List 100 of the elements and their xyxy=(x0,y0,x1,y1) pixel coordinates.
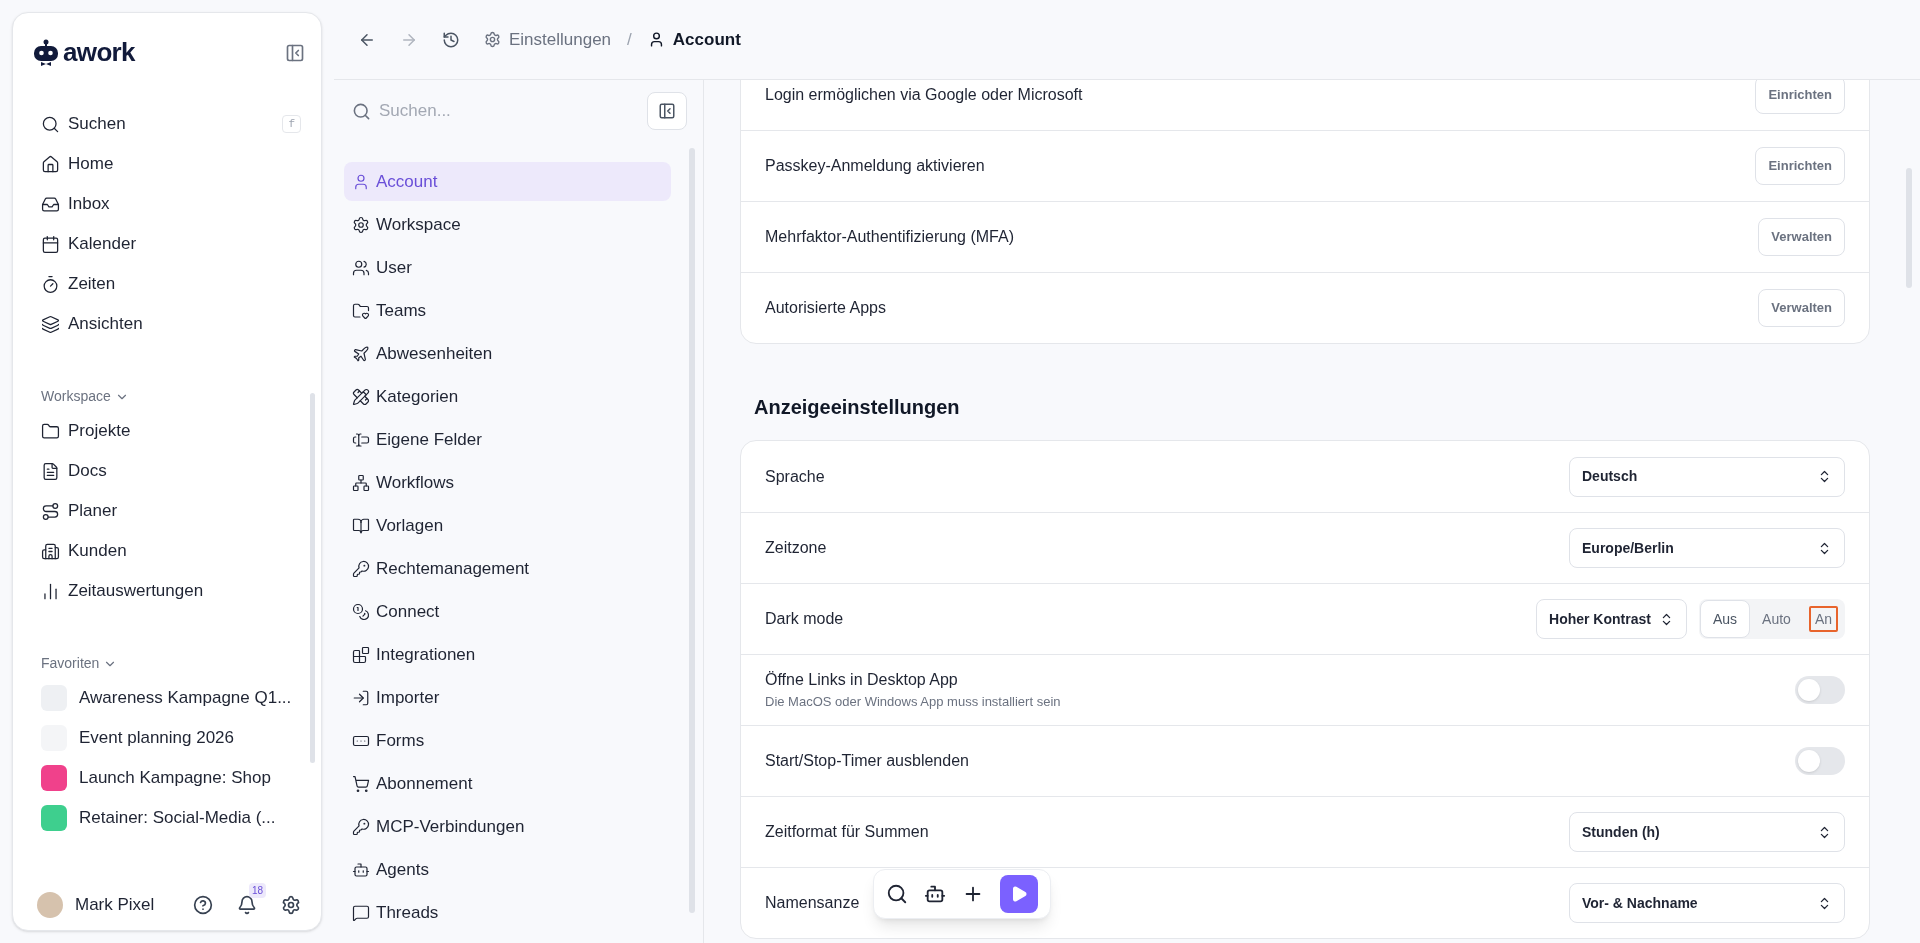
collapse-sidebar-icon[interactable] xyxy=(285,42,305,63)
search-field[interactable]: Suchen... xyxy=(379,98,579,124)
collapse-panel-button[interactable] xyxy=(647,92,687,130)
select-dropdown[interactable]: Deutsch xyxy=(1569,456,1845,497)
settings-nav-item[interactable]: Importer xyxy=(344,678,671,717)
favorite-project[interactable]: Awareness Kampagne Q1... xyxy=(33,678,305,718)
settings-nav-item[interactable]: Agents xyxy=(344,850,671,889)
notification-count: 18 xyxy=(249,883,267,898)
chat-icon xyxy=(352,903,370,922)
settings-nav-item[interactable]: Workspace xyxy=(344,205,671,244)
cart-icon xyxy=(352,774,370,793)
search-icon xyxy=(352,101,371,121)
nav-item[interactable]: Suchen xyxy=(33,104,275,144)
nav-item[interactable]: Ansichten xyxy=(33,304,305,344)
setting-label: Zeitzone xyxy=(765,538,827,558)
robot-logo-icon xyxy=(33,38,59,67)
toggle-switch[interactable] xyxy=(1795,747,1845,775)
favorite-project[interactable]: Launch Kampagne: Shop xyxy=(33,758,305,798)
panel-icon xyxy=(658,102,676,120)
settings-nav-item[interactable]: Abwesenheiten xyxy=(344,334,671,373)
logo-text: awork xyxy=(63,36,135,69)
shortcut-key: f xyxy=(282,114,301,134)
setting-label: Start/Stop-Timer ausblenden xyxy=(765,751,969,771)
nav-item[interactable]: Kunden xyxy=(33,531,305,571)
action-button[interactable]: Verwalten xyxy=(1758,218,1845,256)
select-dropdown[interactable]: Vor- & Nachname xyxy=(1569,883,1845,923)
settings-nav-item[interactable]: Account xyxy=(344,162,671,201)
settings-nav-item[interactable]: Kategorien xyxy=(344,377,671,416)
setting-label: Öffne Links in Desktop App xyxy=(765,670,959,691)
setting-label: Autorisierte Apps xyxy=(765,298,886,318)
breadcrumb-link[interactable]: Einstellungen xyxy=(484,26,612,53)
settings-icon[interactable] xyxy=(281,895,301,915)
segment-option[interactable]: An xyxy=(1802,600,1844,638)
nav-item[interactable]: Zeitauswertungen xyxy=(33,571,305,611)
folder-icon xyxy=(41,421,60,441)
nav-item[interactable]: Projekte xyxy=(33,411,305,451)
action-button[interactable]: Einrichten xyxy=(1755,147,1845,185)
bell-icon[interactable] xyxy=(237,895,257,915)
setting-label: Mehrfaktor-Authentifizierung (MFA) xyxy=(765,227,1014,247)
settings-nav-item[interactable]: Integrationen xyxy=(344,635,671,674)
select-dropdown[interactable]: Europe/Berlin xyxy=(1569,528,1845,568)
search-icon xyxy=(41,114,60,134)
help-icon[interactable] xyxy=(193,895,213,915)
nav-item[interactable]: Inbox xyxy=(33,184,305,224)
play-icon xyxy=(1010,885,1028,903)
user-name: Mark Pixel xyxy=(75,894,156,917)
plane-icon xyxy=(352,344,370,363)
route-icon xyxy=(41,501,60,521)
breadcrumb-current: Account xyxy=(647,26,741,53)
document-icon xyxy=(41,461,60,481)
setting-label: Passkey-Anmeldung aktivieren xyxy=(765,156,985,176)
search-icon[interactable] xyxy=(886,883,908,905)
settings-nav-item[interactable]: MCP-Verbindungen xyxy=(344,807,671,846)
pencil-ruler-icon xyxy=(352,387,370,406)
nav-item[interactable]: Kalender xyxy=(33,224,305,264)
select-dropdown[interactable]: Hoher Kontrast xyxy=(1536,599,1687,639)
toggle-switch[interactable] xyxy=(1795,676,1845,704)
settings-nav-item[interactable]: Forms xyxy=(344,721,671,760)
key-icon xyxy=(352,559,370,578)
coins-icon xyxy=(352,602,370,621)
settings-nav-item[interactable]: Eigene Felder xyxy=(344,420,671,459)
section-title: Anzeigeeinstellungen xyxy=(753,395,961,420)
robot-icon[interactable] xyxy=(924,883,946,905)
segment-option[interactable]: Auto xyxy=(1750,600,1803,638)
select-dropdown[interactable]: Stunden (h) xyxy=(1569,812,1845,852)
home-icon xyxy=(41,154,60,174)
hierarchy-icon xyxy=(352,473,370,492)
section-header[interactable]: Favoriten xyxy=(33,653,126,674)
robot-icon xyxy=(352,860,370,879)
settings-nav-item[interactable]: Vorlagen xyxy=(344,506,671,545)
section-header[interactable]: Workspace xyxy=(33,386,137,407)
building-icon xyxy=(41,541,60,561)
book-icon xyxy=(352,516,370,535)
bar-chart-icon xyxy=(41,581,60,601)
setting-label: Zeitformat für Summen xyxy=(765,822,929,842)
play-button[interactable] xyxy=(1000,875,1038,913)
import-icon xyxy=(352,688,370,707)
setting-description: Die MacOS oder Windows App muss installiert sein xyxy=(765,693,1061,712)
nav-item[interactable]: Home xyxy=(33,144,305,184)
setting-label: Namensanze xyxy=(765,893,860,913)
segment-option[interactable]: Aus xyxy=(1699,600,1751,638)
settings-nav-item[interactable]: Abonnement xyxy=(344,764,671,803)
action-button[interactable]: Verwalten xyxy=(1758,289,1845,327)
history-icon[interactable] xyxy=(442,30,460,49)
settings-nav-item[interactable]: Teams xyxy=(344,291,671,330)
settings-nav-item[interactable]: Threads xyxy=(344,893,671,932)
setting-label: Login ermöglichen via Google oder Microsoft xyxy=(765,84,1083,105)
text-field-icon xyxy=(352,430,370,449)
blocks-icon xyxy=(352,645,370,664)
favorite-project[interactable]: Event planning 2026 xyxy=(33,718,305,758)
settings-nav-item[interactable]: Rechtemanagement xyxy=(344,549,671,588)
key-icon xyxy=(352,817,370,836)
settings-nav-item[interactable]: User xyxy=(344,248,671,287)
nav-item[interactable]: Zeiten xyxy=(33,264,305,304)
favorite-project[interactable]: Retainer: Social-Media (... xyxy=(33,798,305,838)
setting-label: Dark mode xyxy=(765,609,844,629)
nav-item[interactable]: Planer xyxy=(33,491,305,531)
nav-item[interactable]: Docs xyxy=(33,451,305,491)
settings-nav-item[interactable]: Connect xyxy=(344,592,671,631)
settings-nav-item[interactable]: Workflows xyxy=(344,463,671,502)
